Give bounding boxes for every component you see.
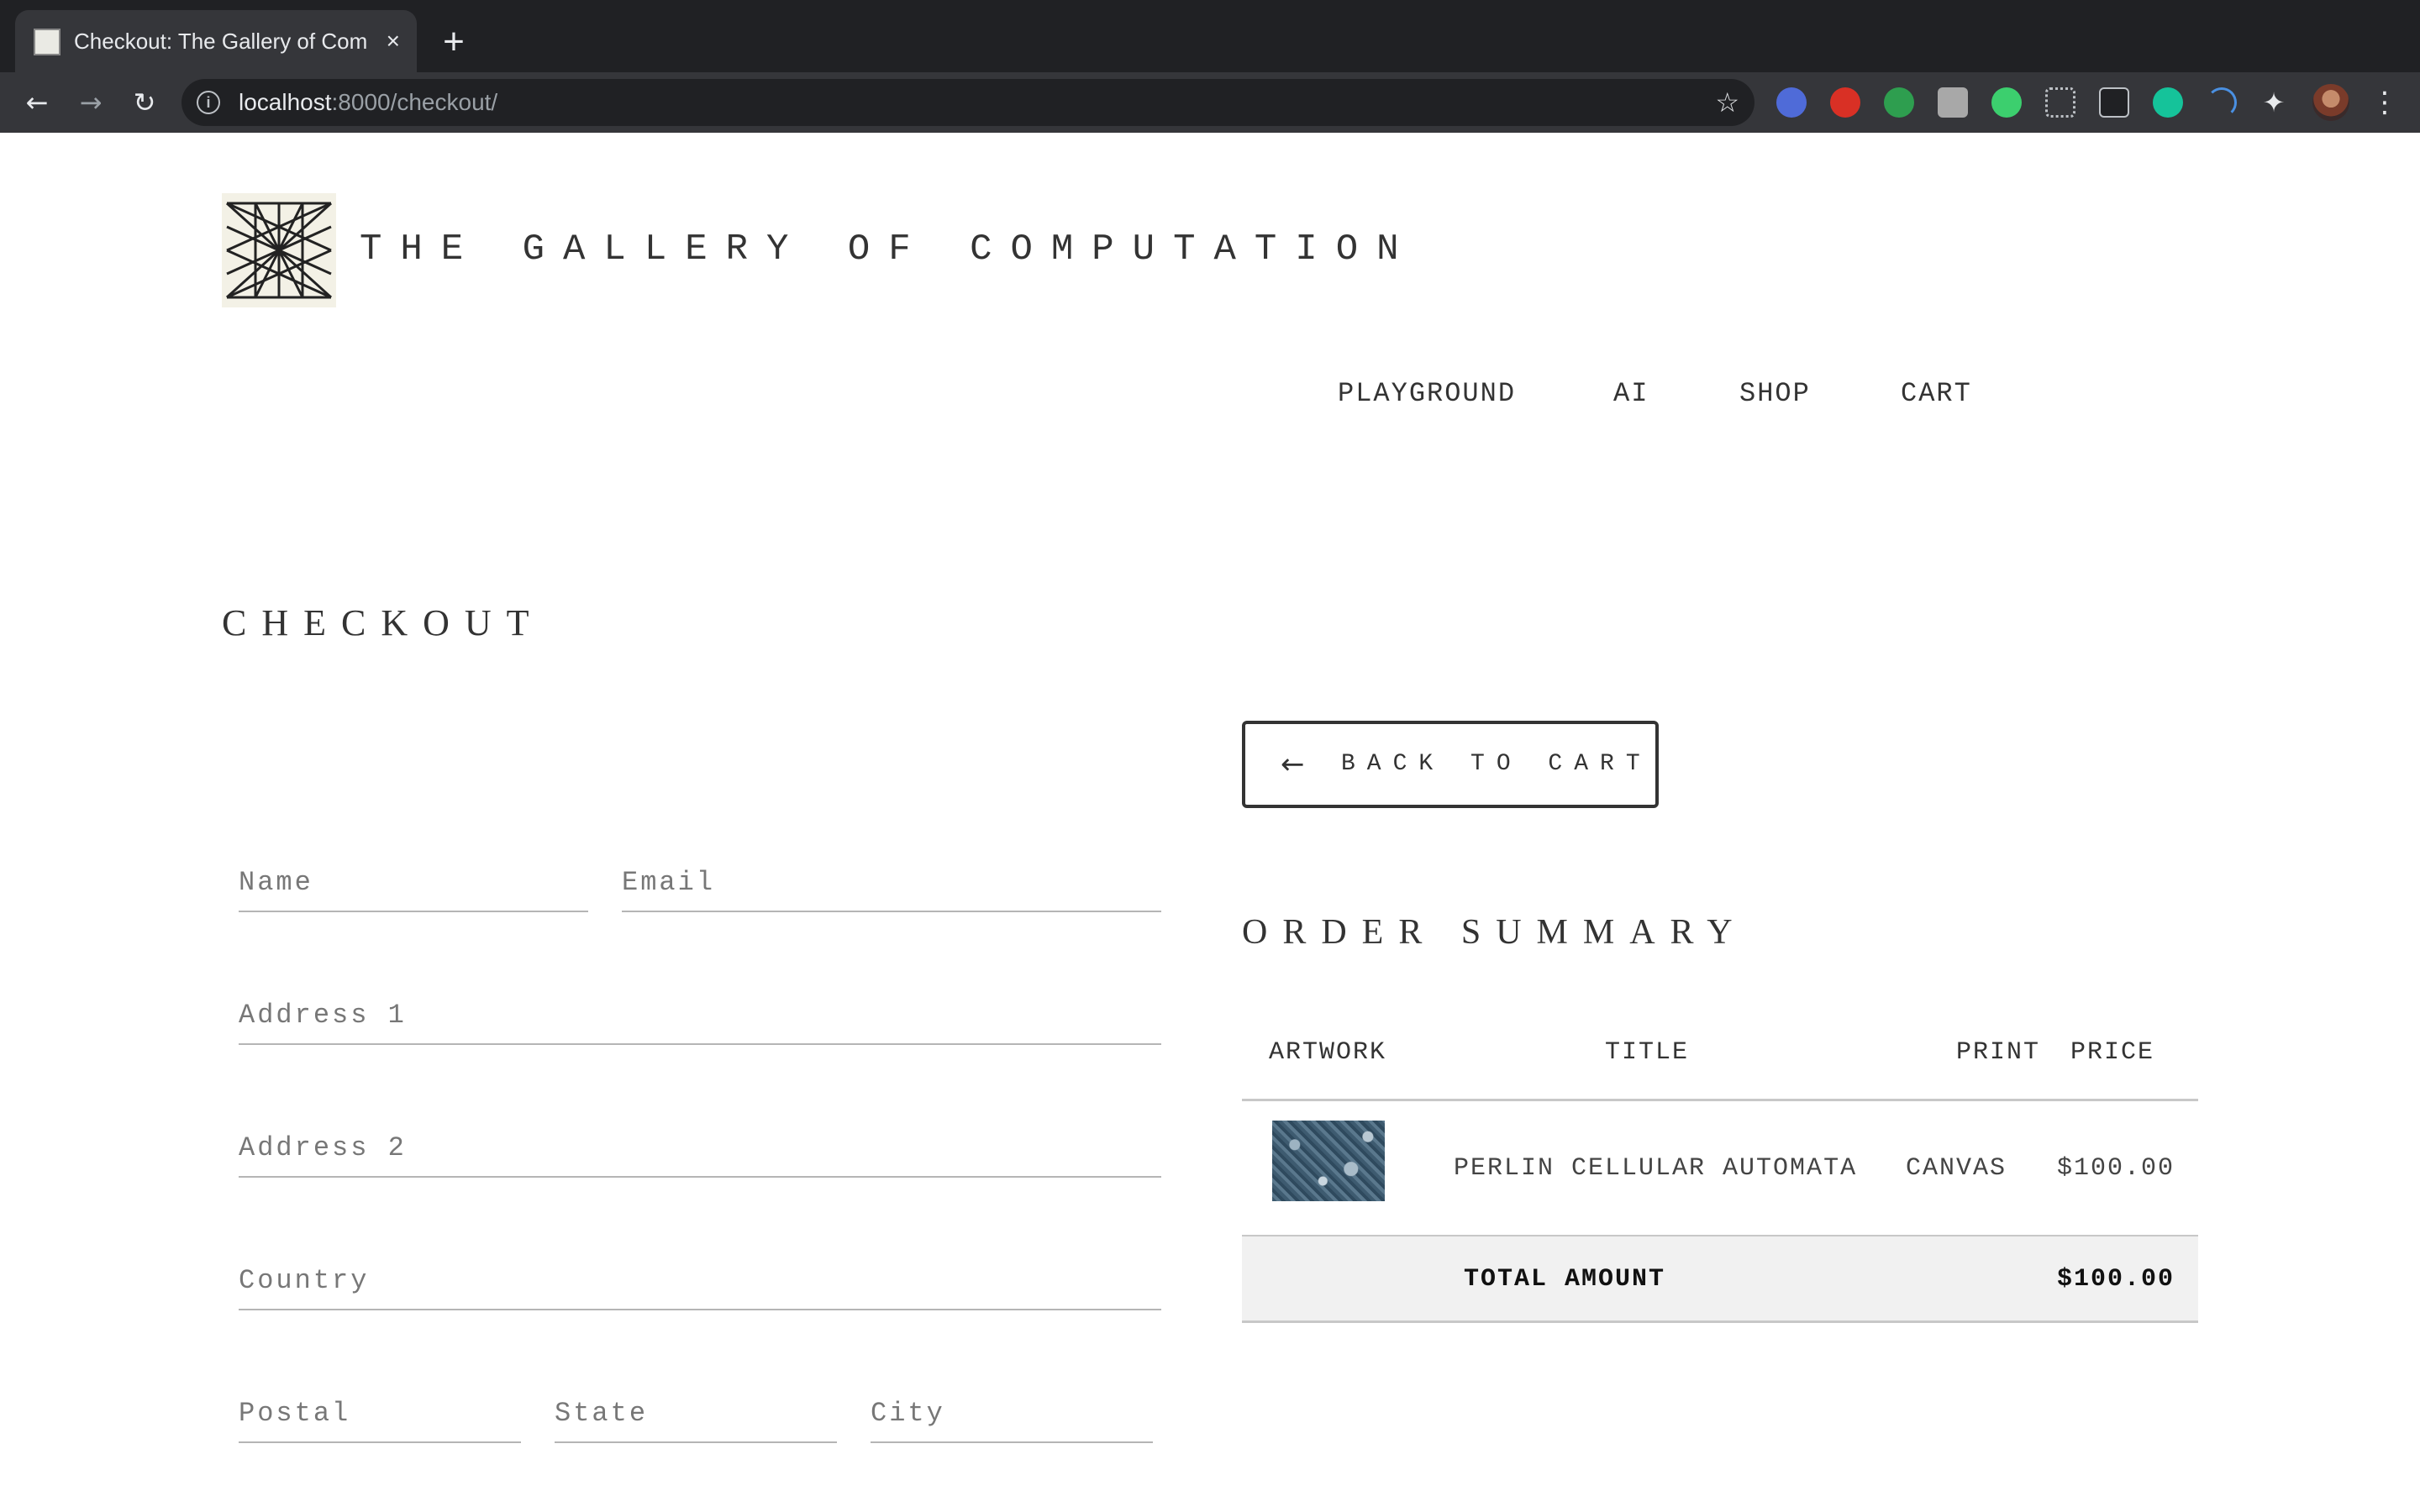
extension-stop-hand-icon[interactable] [1830,87,1860,118]
url-host: localhost [239,89,332,115]
back-to-cart-label: BACK TO CART [1341,751,1652,777]
extension-doc-icon[interactable] [2099,87,2129,118]
state-input[interactable] [555,1384,837,1441]
artwork-thumbnail[interactable] [1272,1121,1385,1201]
order-summary-title: ORDER SUMMARY [1242,913,1748,952]
profile-avatar[interactable] [2312,84,2349,121]
extension-mint-icon[interactable] [1991,87,2022,118]
extension-gray-icon[interactable] [1938,87,1968,118]
state-field-wrap [555,1384,837,1443]
bookmark-star-icon[interactable]: ☆ [1715,79,1739,126]
extensions-puzzle-icon[interactable]: ✦ [2254,82,2294,123]
site-brand[interactable]: THE GALLERY OF COMPUTATION [360,228,1418,270]
close-tab-icon[interactable]: × [387,10,400,72]
reload-icon[interactable]: ↻ [124,82,165,123]
postal-field-wrap [239,1384,521,1443]
tab-title: Checkout: The Gallery of Computation [74,29,368,54]
table-footer-divider [1242,1320,2198,1323]
email-input[interactable] [622,853,1161,911]
address1-input[interactable] [239,986,1161,1043]
page-content: THE GALLERY OF COMPUTATION PLAYGROUND AI… [0,133,2420,1512]
column-header-price: PRICE [2070,1038,2155,1067]
forward-icon[interactable]: → [71,82,111,123]
browser-tab-bar: Checkout: The Gallery of Computation × + [0,0,2420,72]
item-print: CANVAS [1906,1154,2007,1183]
column-header-print: PRINT [1956,1038,2041,1067]
column-header-title: TITLE [1605,1038,1690,1067]
gallery-logo[interactable] [222,193,336,307]
url-path: :8000/checkout/ [331,89,498,115]
name-input[interactable] [239,853,588,911]
back-icon[interactable]: ← [17,82,57,123]
new-tab-button[interactable]: + [437,17,471,67]
nav-ai[interactable]: AI [1613,378,1649,409]
address-bar[interactable]: i localhost:8000/checkout/ ☆ [182,79,1754,126]
back-to-cart-button[interactable]: ← BACK TO CART [1242,721,1659,808]
total-row [1242,1236,2198,1320]
nav-shop[interactable]: SHOP [1739,378,1811,409]
site-favicon-icon [34,29,60,55]
address1-field-wrap [239,986,1161,1045]
country-input[interactable] [239,1252,1161,1309]
name-field-wrap [239,853,588,912]
browser-menu-icon[interactable]: ⋮ [2370,82,2400,123]
total-label: TOTAL AMOUNT [1464,1265,1666,1294]
column-header-artwork: ARTWORK [1269,1038,1387,1067]
browser-tab[interactable]: Checkout: The Gallery of Computation × [15,10,417,72]
extension-grid-icon[interactable] [2045,87,2075,118]
site-info-icon[interactable]: i [197,91,220,114]
nav-cart[interactable]: CART [1901,378,1972,409]
address2-field-wrap [239,1119,1161,1178]
total-value: $100.00 [2057,1265,2175,1294]
extension-glasses-icon[interactable] [1776,87,1807,118]
city-field-wrap [871,1384,1153,1443]
page-title: CHECKOUT [222,602,544,643]
country-field-wrap [239,1252,1161,1310]
browser-toolbar: ← → ↻ i localhost:8000/checkout/ ☆ ✦ ⋮ [0,72,2420,133]
extension-sound-icon[interactable] [2207,87,2237,118]
grammarly-icon[interactable] [2153,87,2183,118]
postal-input[interactable] [239,1384,521,1441]
logo-lines-icon [225,202,333,299]
item-price: $100.00 [2057,1154,2175,1183]
item-title: PERLIN CELLULAR AUTOMATA [1454,1154,1858,1183]
email-field-wrap [622,853,1161,912]
table-header-divider [1242,1099,2198,1101]
arrow-left-icon: ← [1281,748,1305,781]
extension-green-icon[interactable] [1884,87,1914,118]
url-text: localhost:8000/checkout/ [239,79,497,126]
city-input[interactable] [871,1384,1153,1441]
nav-playground[interactable]: PLAYGROUND [1338,378,1516,409]
address2-input[interactable] [239,1119,1161,1176]
